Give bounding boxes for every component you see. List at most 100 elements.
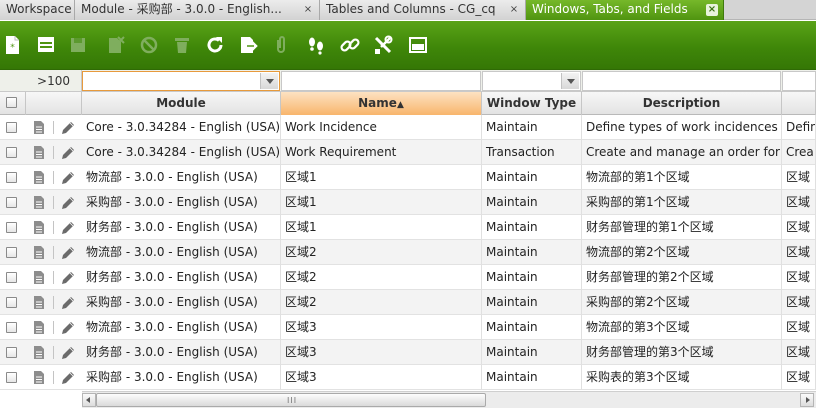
document-icon[interactable] bbox=[32, 220, 46, 235]
document-icon[interactable] bbox=[32, 345, 46, 360]
description-cell[interactable]: 物流部的第1个区域 bbox=[582, 165, 782, 190]
module-cell[interactable]: 采购部 - 3.0.0 - English (USA) bbox=[82, 365, 281, 390]
edit-pencil-icon[interactable] bbox=[61, 245, 75, 260]
window-type-cell[interactable]: Maintain bbox=[482, 115, 582, 140]
window-type-filter-select[interactable] bbox=[482, 71, 581, 91]
table-row[interactable]: 采购部 - 3.0.0 - English (USA) 区域2 Maintain 采购… bbox=[0, 290, 816, 315]
document-icon[interactable] bbox=[32, 295, 46, 310]
export-icon[interactable] bbox=[236, 33, 260, 57]
row-checkbox[interactable] bbox=[6, 147, 17, 158]
module-cell[interactable]: 采购部 - 3.0.0 - English (USA) bbox=[82, 190, 281, 215]
table-row[interactable]: 采购部 - 3.0.0 - English (USA) 区域3 Maintain 采购… bbox=[0, 365, 816, 390]
link-icon[interactable] bbox=[338, 33, 362, 57]
description-cell[interactable]: 采购部的第1个区域 bbox=[582, 190, 782, 215]
edit-pencil-icon[interactable] bbox=[61, 345, 75, 360]
row-checkbox[interactable] bbox=[6, 272, 17, 283]
new-record-icon[interactable]: * bbox=[0, 33, 24, 57]
extra-cell[interactable]: 区域 bbox=[782, 315, 816, 340]
module-cell[interactable]: 财务部 - 3.0.0 - English (USA) bbox=[82, 215, 281, 240]
edit-pencil-icon[interactable] bbox=[61, 195, 75, 210]
document-icon[interactable] bbox=[32, 320, 46, 335]
extra-cell[interactable]: 区域 bbox=[782, 190, 816, 215]
extra-cell[interactable]: 区域 bbox=[782, 340, 816, 365]
name-cell[interactable]: 区域2 bbox=[281, 265, 482, 290]
description-cell[interactable]: Define types of work incidences that bbox=[582, 115, 782, 140]
edit-pencil-icon[interactable] bbox=[61, 295, 75, 310]
description-cell[interactable]: 财务部管理的第3个区域 bbox=[582, 340, 782, 365]
tab-tables-and-columns[interactable]: Tables and Columns - CG_cq × bbox=[320, 0, 526, 20]
description-cell[interactable]: Create and manage an order for a pr bbox=[582, 140, 782, 165]
tools-icon[interactable] bbox=[371, 33, 395, 57]
name-filter-input[interactable] bbox=[281, 71, 481, 91]
table-row[interactable]: 采购部 - 3.0.0 - English (USA) 区域1 Maintain 采购… bbox=[0, 190, 816, 215]
edit-pencil-icon[interactable] bbox=[61, 120, 75, 135]
description-cell[interactable]: 物流部的第2个区域 bbox=[582, 240, 782, 265]
module-cell[interactable]: 物流部 - 3.0.0 - English (USA) bbox=[82, 315, 281, 340]
edit-pencil-icon[interactable] bbox=[61, 370, 75, 385]
scrollbar-thumb[interactable]: III bbox=[96, 393, 486, 407]
description-cell[interactable]: 采购表的第3个区域 bbox=[582, 365, 782, 390]
extra-cell[interactable]: 区域 bbox=[782, 215, 816, 240]
module-filter-input[interactable] bbox=[82, 71, 280, 91]
save-icon[interactable] bbox=[66, 33, 90, 57]
module-cell[interactable]: 财务部 - 3.0.0 - English (USA) bbox=[82, 265, 281, 290]
tab-windows-tabs-fields[interactable]: Windows, Tabs, and Fields × bbox=[526, 0, 724, 20]
close-icon[interactable]: × bbox=[706, 4, 718, 16]
table-row[interactable]: Core - 3.0.34284 - English (USA) Work Req… bbox=[0, 140, 816, 165]
window-type-cell[interactable]: Maintain bbox=[482, 365, 582, 390]
window-type-cell[interactable]: Maintain bbox=[482, 190, 582, 215]
module-cell[interactable]: Core - 3.0.34284 - English (USA) bbox=[82, 115, 281, 140]
module-cell[interactable]: 采购部 - 3.0.0 - English (USA) bbox=[82, 290, 281, 315]
edit-pencil-icon[interactable] bbox=[61, 320, 75, 335]
extra-cell[interactable]: Crea bbox=[782, 140, 816, 165]
name-cell[interactable]: Work Requirement bbox=[281, 140, 482, 165]
extra-cell[interactable]: 区域 bbox=[782, 165, 816, 190]
table-row[interactable]: 财务部 - 3.0.0 - English (USA) 区域1 Maintain 财务… bbox=[0, 215, 816, 240]
close-icon[interactable]: × bbox=[302, 4, 314, 16]
document-icon[interactable] bbox=[32, 370, 46, 385]
row-checkbox[interactable] bbox=[6, 247, 17, 258]
trash-icon[interactable] bbox=[170, 33, 194, 57]
edit-pencil-icon[interactable] bbox=[61, 170, 75, 185]
column-header-module[interactable]: Module bbox=[82, 92, 281, 115]
table-row[interactable]: 物流部 - 3.0.0 - English (USA) 区域2 Maintain 物流… bbox=[0, 240, 816, 265]
tab-workspace[interactable]: Workspace bbox=[0, 0, 75, 20]
extra-cell[interactable]: Defin bbox=[782, 115, 816, 140]
document-icon[interactable] bbox=[32, 245, 46, 260]
window-type-cell[interactable]: Maintain bbox=[482, 265, 582, 290]
column-header-window-type[interactable]: Window Type bbox=[482, 92, 582, 115]
row-checkbox[interactable] bbox=[6, 122, 17, 133]
chevron-down-icon[interactable] bbox=[561, 73, 579, 89]
name-cell[interactable]: 区域2 bbox=[281, 240, 482, 265]
row-checkbox[interactable] bbox=[6, 197, 17, 208]
document-icon[interactable] bbox=[32, 270, 46, 285]
column-header-extra[interactable] bbox=[782, 92, 816, 115]
description-filter-input[interactable] bbox=[582, 71, 781, 91]
window-type-cell[interactable]: Transaction bbox=[482, 140, 582, 165]
column-header-description[interactable]: Description bbox=[582, 92, 782, 115]
row-checkbox[interactable] bbox=[6, 172, 17, 183]
table-row[interactable]: 财务部 - 3.0.0 - English (USA) 区域3 Maintain 财务… bbox=[0, 340, 816, 365]
scroll-left-icon[interactable] bbox=[82, 393, 96, 407]
toggle-view-icon[interactable] bbox=[406, 33, 430, 57]
description-cell[interactable]: 财务部管理的第2个区域 bbox=[582, 265, 782, 290]
module-cell[interactable]: 物流部 - 3.0.0 - English (USA) bbox=[82, 165, 281, 190]
description-cell[interactable]: 财务部管理的第1个区域 bbox=[582, 215, 782, 240]
document-icon[interactable] bbox=[32, 170, 46, 185]
edit-pencil-icon[interactable] bbox=[61, 145, 75, 160]
document-icon[interactable] bbox=[32, 145, 46, 160]
name-cell[interactable]: 区域1 bbox=[281, 215, 482, 240]
extra-cell[interactable]: 区域 bbox=[782, 365, 816, 390]
edit-pencil-icon[interactable] bbox=[61, 270, 75, 285]
extra-cell[interactable]: 区域 bbox=[782, 240, 816, 265]
name-cell[interactable]: Work Incidence bbox=[281, 115, 482, 140]
window-type-cell[interactable]: Maintain bbox=[482, 215, 582, 240]
extra-cell[interactable]: 区域 bbox=[782, 290, 816, 315]
description-cell[interactable]: 采购部的第2个区域 bbox=[582, 290, 782, 315]
module-cell[interactable]: Core - 3.0.34284 - English (USA) bbox=[82, 140, 281, 165]
audit-trail-icon[interactable] bbox=[304, 33, 328, 57]
tab-module[interactable]: Module - 采购部 - 3.0.0 - English... × bbox=[75, 0, 320, 20]
edit-pencil-icon[interactable] bbox=[61, 220, 75, 235]
refresh-icon[interactable] bbox=[203, 33, 227, 57]
form-view-icon[interactable] bbox=[34, 33, 58, 57]
